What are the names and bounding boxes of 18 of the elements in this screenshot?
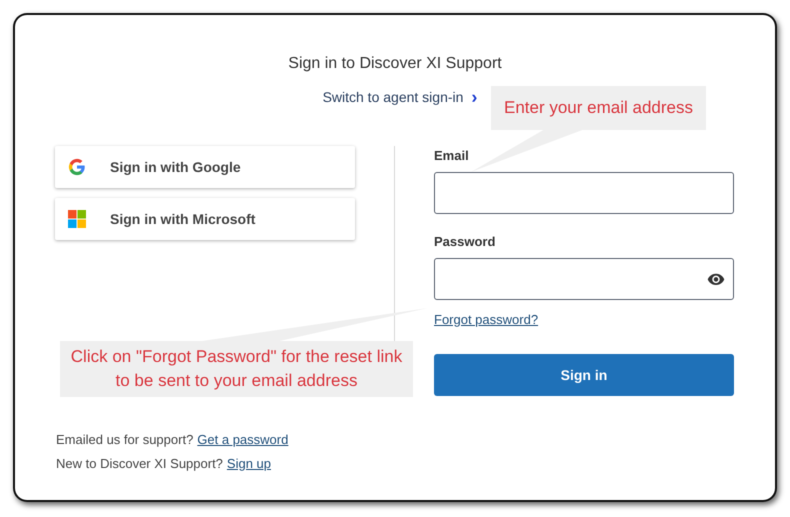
- footer-text: New to Discover XI Support?: [56, 456, 223, 473]
- google-icon: [68, 158, 86, 176]
- forgot-password-link[interactable]: Forgot password?: [434, 312, 538, 330]
- chevron-icon: ›: [471, 89, 478, 105]
- footer-link[interactable]: Get a password: [197, 432, 288, 449]
- sign-in-button[interactable]: Sign in: [434, 354, 734, 396]
- google-sign-in-button[interactable]: Sign in with Google: [55, 146, 355, 188]
- agent-sign-in-link[interactable]: Switch to agent sign-in: [322, 89, 464, 105]
- page-title: Sign in to Discover XI Support: [287, 54, 503, 74]
- email-label: Email: [434, 148, 470, 165]
- footer-link[interactable]: Sign up: [226, 456, 271, 473]
- password-label: Password: [434, 234, 496, 251]
- password-field[interactable]: [434, 258, 734, 300]
- footer-text: Emailed us for support?: [56, 432, 194, 449]
- email-field[interactable]: [434, 172, 734, 214]
- microsoft-icon: [68, 210, 86, 228]
- microsoft-sign-in-button[interactable]: Sign in with Microsoft: [55, 198, 355, 240]
- callout-box: Enter your email address: [491, 86, 706, 130]
